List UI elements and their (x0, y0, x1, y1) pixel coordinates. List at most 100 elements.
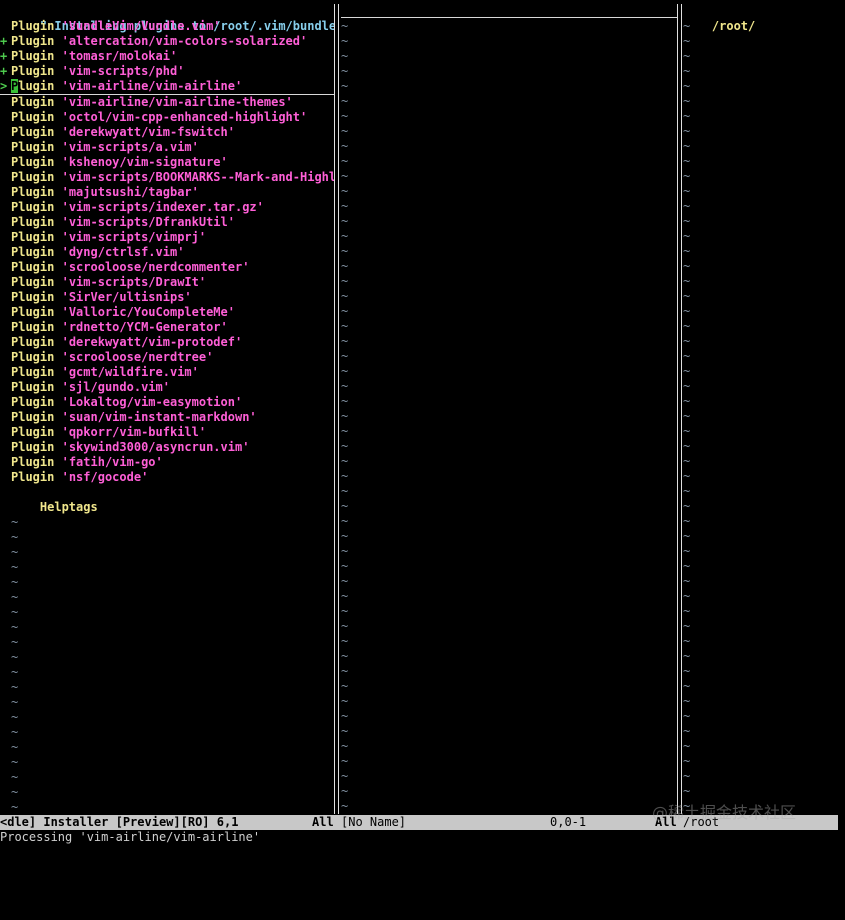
plugin-keyword: Plugin (11, 290, 55, 304)
status-left-filename: <dle] Installer [Preview][RO] 6,1 (0, 815, 239, 829)
plugin-line[interactable]: Plugin 'VundleVim/Vundle.vim' (0, 19, 334, 34)
plugin-keyword: Plugin (11, 185, 55, 199)
empty-line-tilde: ~ (341, 79, 349, 93)
plugin-line[interactable]: Plugin 'vim-scripts/vimprj' (0, 230, 334, 245)
plugin-line[interactable]: Plugin 'derekwyatt/vim-fswitch' (0, 125, 334, 140)
plugin-line[interactable]: > Plugin 'vim-airline/vim-airline' (0, 79, 334, 95)
plugin-line[interactable]: Plugin 'dyng/ctrlsf.vim' (0, 245, 334, 260)
empty-line-tilde: ~ (683, 574, 691, 588)
plugin-keyword: Plugin (11, 365, 55, 379)
installer-pane[interactable]: " Installing plugins to /root/.vim/bundl… (0, 4, 334, 814)
plugin-line[interactable]: Plugin 'vim-scripts/a.vim' (0, 140, 334, 155)
empty-line-tilde: ~ (341, 604, 349, 618)
empty-line-tilde: ~ (11, 605, 19, 619)
empty-line-tilde: ~ (683, 349, 691, 363)
empty-line-tilde: ~ (341, 754, 349, 768)
plugin-line[interactable]: Plugin 'suan/vim-instant-markdown' (0, 410, 334, 425)
empty-line-tilde: ~ (683, 439, 691, 453)
plugin-keyword: Plugin (11, 260, 55, 274)
plugin-name: 'vim-airline/vim-airline' (61, 79, 243, 93)
empty-line-tilde: ~ (341, 94, 349, 108)
file-explorer-pane[interactable]: /root/ ~ ~ ~ ~ ~ ~ ~ ~ ~ ~ ~ ~ ~ ~ ~ ~ ~ ~ ~ ~ ~ ~ ~ ~ ~ ~ ~ ~ ~ ~ ~ ~ ~… (683, 4, 845, 814)
empty-line-tilde: ~ (683, 289, 691, 303)
install-status-marker: + (0, 34, 8, 48)
plugin-line[interactable]: Plugin 'gcmt/wildfire.vim' (0, 365, 334, 380)
plugin-line[interactable]: Plugin 'Valloric/YouCompleteMe' (0, 305, 334, 320)
empty-line-tilde: ~ (683, 274, 691, 288)
plugin-line[interactable]: Plugin 'majutsushi/tagbar' (0, 185, 334, 200)
empty-line-tilde: ~ (11, 755, 19, 769)
empty-line-tilde: ~ (11, 545, 19, 559)
empty-line-tilde: ~ (683, 634, 691, 648)
directory-header[interactable]: /root/ (683, 4, 845, 33)
empty-buffer-pane[interactable]: ~ ~ ~ ~ ~ ~ ~ ~ ~ ~ ~ ~ ~ ~ ~ ~ ~ ~ ~ ~ ~ ~ ~ ~ ~ ~ ~ ~ ~ ~ ~ ~ ~ ~ ~ ~ ~ ~ ~ ~… (341, 4, 678, 814)
plugin-name: 'vim-scripts/indexer.tar.gz' (61, 200, 264, 214)
empty-line-tilde: ~ (683, 169, 691, 183)
plugin-keyword: Plugin (11, 275, 55, 289)
empty-line-tilde: ~ (11, 665, 19, 679)
plugin-line[interactable]: Plugin 'scrooloose/nerdtree' (0, 350, 334, 365)
plugin-keyword: Plugin (11, 64, 55, 78)
plugin-line[interactable]: Plugin 'derekwyatt/vim-protodef' (0, 335, 334, 350)
empty-line-tilde: ~ (683, 64, 691, 78)
empty-line-tilde: ~ (683, 469, 691, 483)
plugin-keyword: Plugin (11, 230, 55, 244)
empty-line-tilde: ~ (683, 679, 691, 693)
plugin-name: 'vim-scripts/a.vim' (61, 140, 199, 154)
plugin-keyword: Plugin (11, 380, 55, 394)
plugin-line[interactable]: Plugin 'vim-scripts/indexer.tar.gz' (0, 200, 334, 215)
empty-line-tilde: ~ (683, 544, 691, 558)
empty-line-tilde: ~ (341, 259, 349, 273)
empty-line-tilde: ~ (341, 64, 349, 78)
plugin-line[interactable]: Plugin 'vim-scripts/DrawIt' (0, 275, 334, 290)
plugin-keyword: Plugin (11, 200, 55, 214)
empty-line-tilde: ~ (341, 544, 349, 558)
plugin-line[interactable]: Plugin 'rdnetto/YCM-Generator' (0, 320, 334, 335)
empty-line-tilde: ~ (11, 650, 19, 664)
install-status-marker: > (0, 79, 8, 93)
empty-line-tilde: ~ (683, 229, 691, 243)
plugin-line[interactable]: + Plugin 'vim-scripts/phd' (0, 64, 334, 79)
empty-line-tilde: ~ (11, 695, 19, 709)
plugin-line[interactable]: Plugin 'vim-scripts/DfrankUtil' (0, 215, 334, 230)
empty-line-tilde: ~ (683, 139, 691, 153)
plugin-line[interactable]: Plugin 'qpkorr/vim-bufkill' (0, 425, 334, 440)
plugin-line[interactable]: Plugin 'Lokaltog/vim-easymotion' (0, 395, 334, 410)
vertical-split-separator[interactable] (677, 4, 682, 814)
empty-line-tilde: ~ (683, 364, 691, 378)
plugin-keyword: Plugin (11, 350, 55, 364)
watermark: @稀土掘金技术社区 (652, 803, 797, 822)
plugin-line[interactable]: Plugin 'skywind3000/asyncrun.vim' (0, 440, 334, 455)
empty-line-tilde: ~ (341, 679, 349, 693)
empty-line-tilde: ~ (683, 694, 691, 708)
empty-line-tilde: ~ (341, 304, 349, 318)
plugin-line[interactable]: Plugin 'SirVer/ultisnips' (0, 290, 334, 305)
empty-line-tilde: ~ (341, 724, 349, 738)
plugin-line[interactable]: Plugin 'octol/vim-cpp-enhanced-highlight… (0, 110, 334, 125)
plugin-line[interactable]: + Plugin 'tomasr/molokai' (0, 49, 334, 64)
empty-line-tilde: ~ (683, 619, 691, 633)
plugin-line[interactable]: Plugin 'vim-scripts/BOOKMARKS--Mark-and-… (0, 170, 334, 185)
empty-line-tilde: ~ (11, 575, 19, 589)
plugin-keyword: Plugin (11, 49, 55, 63)
plugin-line[interactable]: Plugin 'vim-airline/vim-airline-themes' (0, 95, 334, 110)
plugin-name: 'vim-scripts/BOOKMARKS--Mark-and-Highli (61, 170, 334, 184)
empty-line-tilde: ~ (341, 349, 349, 363)
plugin-keyword: Plugin (11, 155, 55, 169)
mid-cursorline (341, 17, 677, 18)
empty-line-tilde: ~ (341, 124, 349, 138)
empty-line-tilde: ~ (683, 409, 691, 423)
plugin-line[interactable]: + Plugin 'altercation/vim-colors-solarize… (0, 34, 334, 49)
plugin-line[interactable]: Plugin 'kshenoy/vim-signature' (0, 155, 334, 170)
empty-line-tilde: ~ (341, 454, 349, 468)
empty-line-tilde: ~ (683, 259, 691, 273)
plugin-line[interactable]: Plugin 'sjl/gundo.vim' (0, 380, 334, 395)
plugin-name: 'vim-scripts/DrawIt' (61, 275, 207, 289)
command-line[interactable]: Processing 'vim-airline/vim-airline' (0, 830, 845, 845)
empty-line-tilde: ~ (683, 199, 691, 213)
vertical-split-separator[interactable] (334, 4, 339, 814)
plugin-line[interactable]: Plugin 'fatih/vim-go' (0, 455, 334, 470)
plugin-name: 'Valloric/YouCompleteMe' (61, 305, 235, 319)
plugin-line[interactable]: Plugin 'nsf/gocode' (0, 470, 334, 485)
plugin-line[interactable]: Plugin 'scrooloose/nerdcommenter' (0, 260, 334, 275)
